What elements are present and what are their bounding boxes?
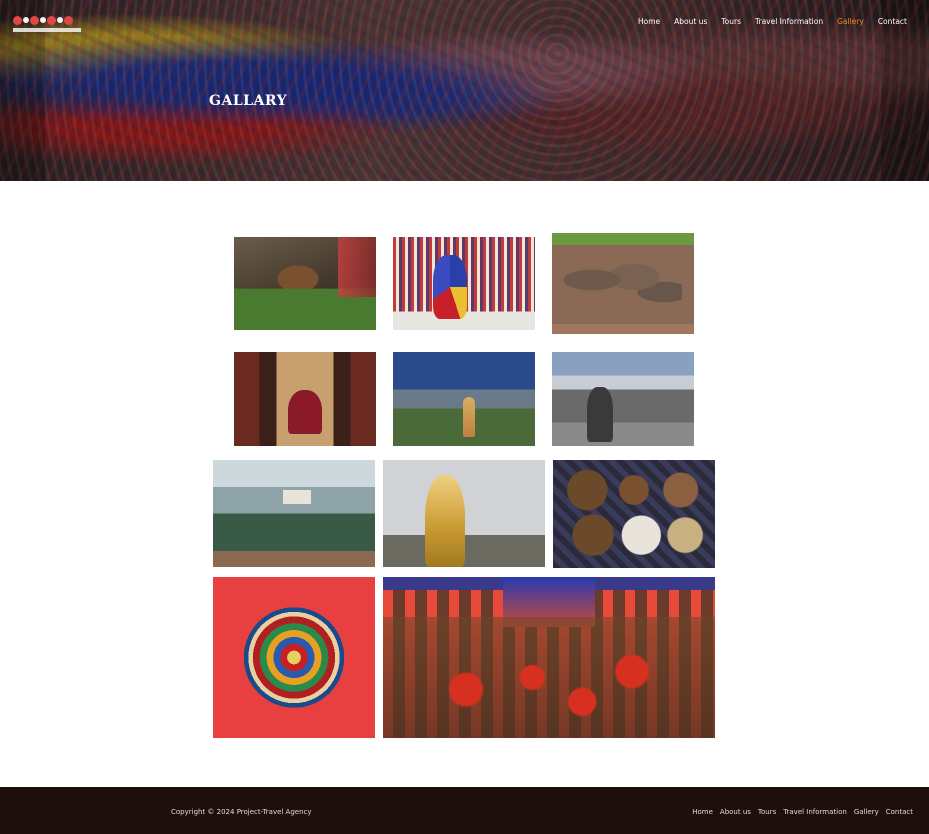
copyright-text: Copyright © 2024 Project-Travel Agency	[171, 808, 312, 816]
gallery-image-monk[interactable]	[234, 352, 376, 446]
page-title: GALLARY	[209, 93, 288, 109]
gallery-image-misty-village[interactable]	[213, 460, 375, 567]
logo-mark	[40, 17, 46, 23]
site-footer: Copyright © 2024 Project-Travel Agency H…	[0, 787, 929, 834]
logo-mark	[13, 15, 22, 25]
nav-travel-information[interactable]: Travel Information	[755, 17, 823, 26]
logo-mark	[64, 15, 73, 25]
gallery-image-monastery[interactable]	[234, 237, 376, 330]
nav-contact[interactable]: Contact	[878, 17, 907, 26]
main-nav: Home About us Tours Travel Information G…	[638, 17, 907, 26]
gallery-image-temple-interior[interactable]	[383, 577, 715, 738]
hero-band-right	[881, 0, 929, 181]
gallery-image-buddha-valley[interactable]	[393, 352, 535, 446]
gallery-image-trekker[interactable]	[552, 352, 694, 446]
nav-home[interactable]: Home	[638, 17, 660, 26]
site-logo[interactable]	[13, 8, 81, 32]
footer-nav-gallery[interactable]: Gallery	[854, 808, 879, 816]
logo-mark	[30, 15, 39, 25]
nav-about-us[interactable]: About us	[674, 17, 707, 26]
footer-nav: Home About us Tours Travel Information G…	[692, 808, 913, 816]
gallery-image-golden-statue[interactable]	[383, 460, 545, 567]
gallery-image-elephants[interactable]	[552, 233, 694, 334]
hero-overlay	[0, 0, 929, 181]
footer-nav-home[interactable]: Home	[692, 808, 713, 816]
hero-banner: Home About us Tours Travel Information G…	[0, 0, 929, 181]
gallery-image-mandala[interactable]	[213, 577, 375, 738]
footer-nav-about-us[interactable]: About us	[720, 808, 751, 816]
footer-nav-travel-information[interactable]: Travel Information	[783, 808, 847, 816]
nav-tours[interactable]: Tours	[721, 17, 741, 26]
logo-mark	[47, 15, 56, 25]
logo-mark	[57, 17, 63, 23]
footer-nav-tours[interactable]: Tours	[758, 808, 776, 816]
logo-wordmark	[13, 28, 81, 32]
footer-nav-contact[interactable]: Contact	[886, 808, 913, 816]
nav-gallery[interactable]: Gallery	[837, 17, 864, 26]
gallery-image-food[interactable]	[553, 460, 715, 568]
gallery-image-masked-dancer[interactable]	[393, 237, 535, 330]
logo-mark	[23, 17, 29, 23]
